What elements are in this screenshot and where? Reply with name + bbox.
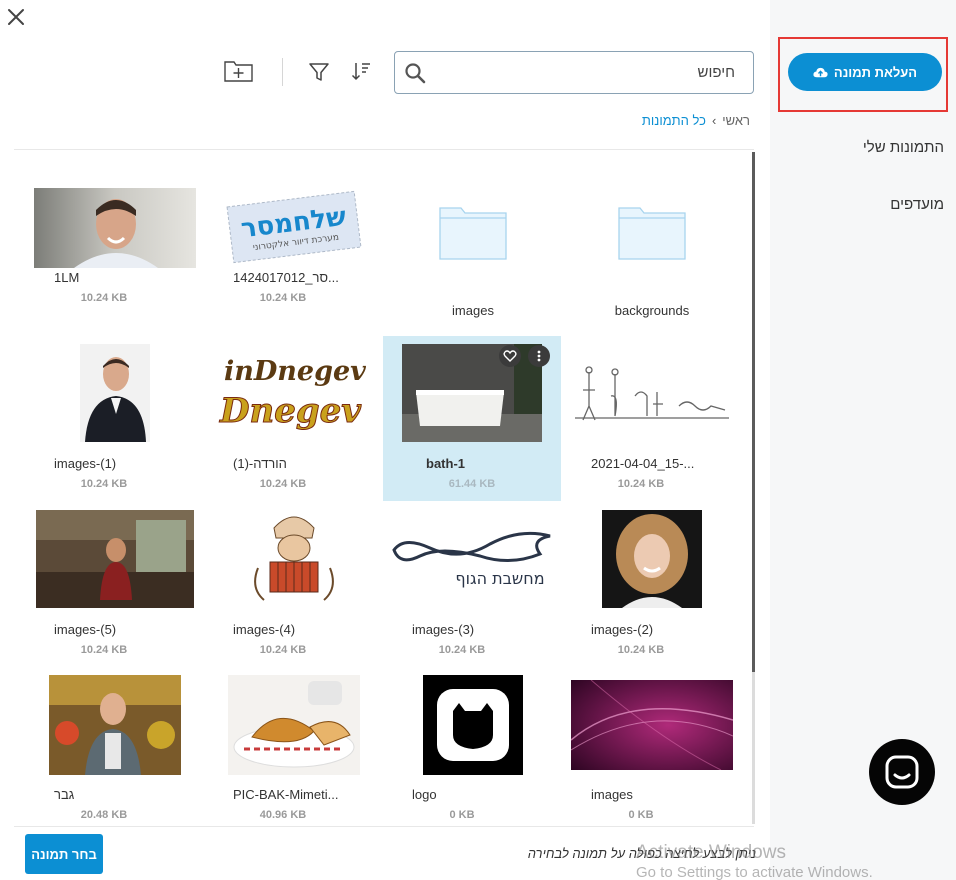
favorite-button[interactable] — [499, 345, 521, 367]
thumbnail-portrait-man-smiling — [34, 188, 196, 268]
breadcrumb-root[interactable]: ראשי — [722, 113, 750, 128]
chat-icon — [885, 755, 919, 789]
heart-icon — [503, 350, 517, 362]
folder-tile[interactable]: images — [384, 150, 562, 318]
file-name: bath-1 — [426, 456, 465, 471]
indnegev-logo-text: inDnegev — [224, 356, 366, 387]
sidebar-item-my-images[interactable]: התמונות שלי — [863, 139, 944, 156]
folder-icon — [439, 207, 507, 260]
file-name: images-(3) — [412, 622, 475, 637]
divider — [14, 826, 754, 827]
upload-highlight: העלאת תמונה — [778, 37, 948, 112]
file-size: 10.24 KB — [617, 478, 665, 490]
windows-watermark-title: Activate Windows — [636, 842, 786, 863]
close-icon[interactable] — [6, 7, 26, 27]
file-size: 10.24 KB — [80, 292, 128, 304]
file-tile[interactable]: שלחמסר מערכת דיוור אלקטרוני 1424017012_ס… — [205, 150, 383, 315]
file-tile[interactable]: inDnegev Dnegev הורדה-(1) 10.24 KB — [205, 336, 383, 501]
file-size: 10.24 KB — [80, 478, 128, 490]
file-name: גבר — [54, 787, 75, 802]
image-grid: 1LM 10.24 KB שלחמסר מערכת דיוור אלקטרוני… — [14, 150, 754, 825]
thumbnail-portrait-woman-curly — [602, 510, 702, 608]
file-name: images-(5) — [54, 622, 117, 637]
choose-image-button[interactable]: בחר תמונה — [25, 834, 103, 874]
breadcrumb-current[interactable]: כל התמונות — [642, 113, 706, 128]
file-tile[interactable]: images-(1) 10.24 KB — [26, 336, 204, 501]
file-size: 10.24 KB — [80, 644, 128, 656]
thumbnail-man-phone-market — [49, 675, 181, 775]
file-tile[interactable]: logo 0 KB — [384, 667, 562, 825]
chat-button[interactable] — [869, 739, 935, 805]
search-input[interactable] — [435, 53, 735, 92]
new-folder-icon[interactable] — [223, 58, 254, 84]
thumbnail-body-thinking-logo: מחשבת הגוף — [390, 526, 556, 592]
file-name: 1LM — [54, 270, 80, 285]
image-picker-dialog: ראשי › כל התמונות 1LM 10.24 KB — [0, 0, 956, 880]
file-name: images-(1) — [54, 456, 117, 471]
file-size: 40.96 KB — [259, 809, 307, 821]
upload-image-button[interactable]: העלאת תמונה — [788, 53, 942, 91]
file-name: 2021-04-04_15-... — [591, 456, 695, 471]
thumbnail-bathtub-photo — [402, 344, 542, 442]
file-tile[interactable]: images-(2) 10.24 KB — [563, 502, 741, 667]
filter-icon[interactable] — [307, 60, 331, 84]
file-tile[interactable]: images 0 KB — [563, 667, 741, 825]
file-name: images — [591, 787, 633, 802]
file-name: PIC-BAK-Mimeti... — [233, 787, 339, 802]
thumbnail-sketch-figures — [575, 366, 729, 424]
search-icon[interactable] — [404, 62, 426, 84]
file-name: הורדה-(1) — [233, 456, 287, 471]
search-box — [394, 51, 754, 94]
thumbnail-croissant-photo — [228, 675, 360, 775]
file-tile[interactable]: מחשבת הגוף images-(3) 10.24 KB — [384, 502, 562, 667]
folder-icon — [618, 207, 686, 260]
cloud-upload-icon — [813, 67, 828, 77]
file-size: 0 KB — [449, 809, 475, 821]
file-size: 20.48 KB — [80, 809, 128, 821]
file-tile[interactable]: 1LM 10.24 KB — [26, 150, 204, 315]
breadcrumb: ראשי › כל התמונות — [560, 113, 750, 128]
thumbnail-accordion-illustration — [244, 508, 344, 610]
file-size: 10.24 KB — [259, 292, 307, 304]
windows-watermark-subtitle: Go to Settings to activate Windows. — [636, 864, 873, 880]
file-tile-selected[interactable]: bath-1 61.44 KB — [383, 336, 561, 501]
sidebar-item-favorites[interactable]: מועדפים — [890, 196, 944, 213]
folder-name: backgrounds — [614, 303, 690, 318]
file-size: 10.24 KB — [617, 644, 665, 656]
breadcrumb-separator: › — [711, 113, 717, 128]
scrollbar-thumb[interactable] — [752, 152, 755, 672]
thumbnail-kitchen-photo — [36, 510, 194, 608]
folder-tile[interactable]: backgrounds — [563, 150, 741, 318]
sidebar: העלאת תמונה התמונות שלי מועדפים — [770, 0, 956, 880]
file-size: 10.24 KB — [259, 478, 307, 490]
file-name: 1424017012_סר... — [233, 270, 339, 285]
indnegev-logo-text-large: Dnegev — [219, 391, 362, 431]
file-size: 61.44 KB — [448, 478, 496, 490]
file-name: images-(2) — [591, 622, 654, 637]
body-logo-text: מחשבת הגוף — [455, 569, 544, 588]
toolbar-divider — [282, 58, 283, 86]
thumbnail-cat-logo — [423, 675, 523, 775]
file-size: 0 KB — [628, 809, 654, 821]
file-tile[interactable]: images-(4) 10.24 KB — [205, 502, 383, 667]
file-name: images-(4) — [233, 622, 296, 637]
file-size: 10.24 KB — [438, 644, 486, 656]
file-tile[interactable]: PIC-BAK-Mimeti... 40.96 KB — [205, 667, 383, 825]
thumbnail-portrait-man-suit — [80, 344, 150, 442]
upload-label: העלאת תמונה — [833, 64, 918, 80]
thumbnail-pink-abstract — [571, 680, 733, 770]
file-name: logo — [412, 787, 437, 802]
sort-icon[interactable] — [350, 60, 372, 82]
file-tile[interactable]: 2021-04-04_15-... 10.24 KB — [563, 336, 741, 501]
more-options-button[interactable] — [528, 345, 550, 367]
file-size: 10.24 KB — [259, 644, 307, 656]
folder-name: images — [452, 303, 494, 318]
file-tile[interactable]: גבר 20.48 KB — [26, 667, 204, 825]
more-vertical-icon — [537, 350, 541, 362]
file-tile[interactable]: images-(5) 10.24 KB — [26, 502, 204, 667]
thumbnail-indnegev-logo: inDnegev Dnegev — [218, 346, 370, 438]
thumbnail-shelachmeser-logo: שלחמסר מערכת דיוור אלקטרוני — [224, 185, 364, 269]
